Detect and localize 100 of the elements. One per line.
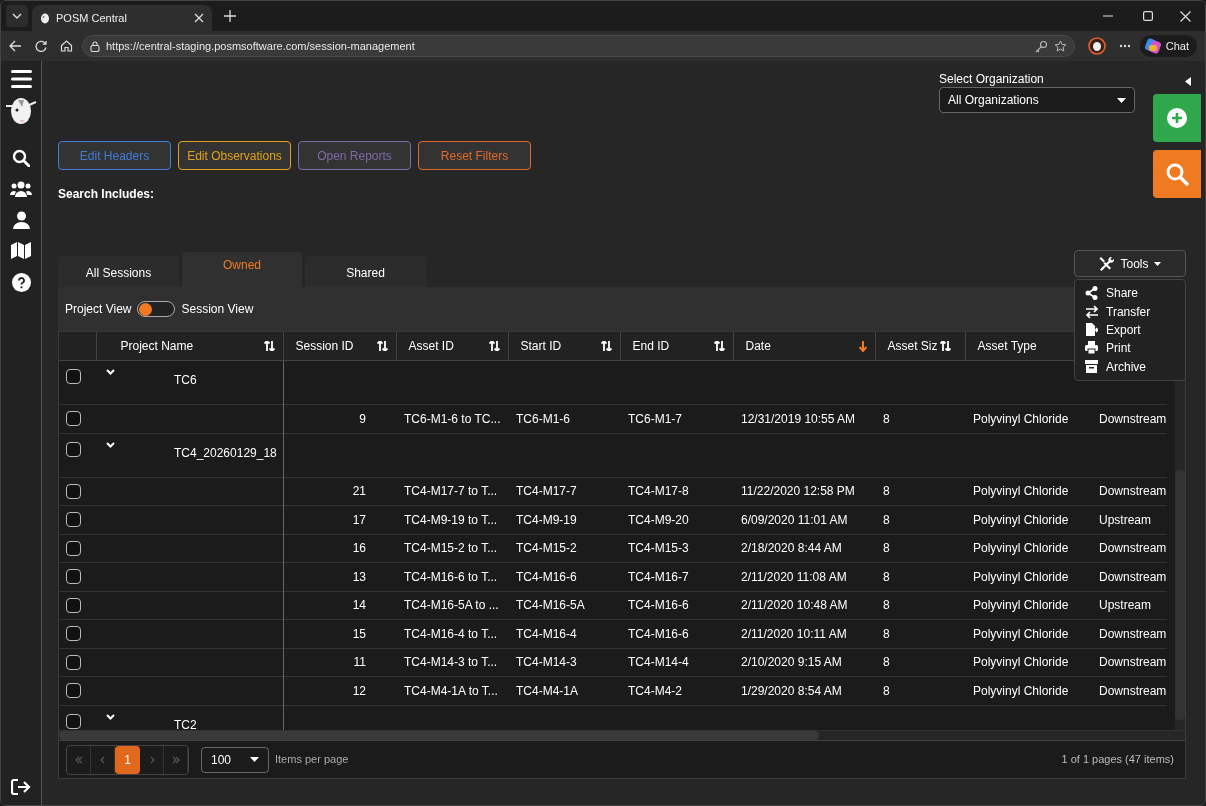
row-checkbox[interactable] [66, 597, 81, 613]
transfer-arrows-icon [1085, 304, 1098, 319]
home-icon[interactable] [60, 40, 73, 52]
table-cell: 9 [283, 404, 396, 433]
close-icon[interactable] [1180, 10, 1191, 22]
caret-icon [250, 757, 259, 762]
column-header[interactable]: Asset ID [408, 337, 489, 355]
tools-button[interactable]: Tools [1074, 250, 1186, 277]
sort-icon[interactable] [713, 341, 725, 351]
chat-button[interactable]: Chat [1139, 35, 1197, 57]
column-header[interactable]: Asset Siz [887, 337, 957, 355]
table-cell: TC4-M4-2 [620, 676, 733, 705]
row-checkbox[interactable] [66, 512, 81, 528]
menu-item[interactable]: Archive [1075, 357, 1185, 377]
chevron-down-icon[interactable] [106, 369, 115, 375]
table-cell: TC4-M9-19 [508, 505, 620, 534]
table-cell: 8 [875, 562, 965, 591]
star-icon[interactable] [1053, 39, 1067, 53]
menu-item[interactable]: Transfer [1075, 302, 1185, 321]
row-checkbox[interactable] [66, 483, 81, 499]
column-header[interactable]: Session ID [295, 337, 377, 355]
table-cell: 15 [283, 619, 396, 648]
sheep-face-icon [40, 12, 50, 24]
maximize-icon[interactable] [1143, 11, 1153, 21]
more-icon[interactable] [1118, 44, 1131, 48]
chevron-down-icon [12, 13, 22, 19]
row-checkbox[interactable] [66, 569, 81, 585]
sort-icon[interactable] [488, 341, 500, 351]
tools-icon [1099, 255, 1116, 272]
row-checkbox[interactable] [66, 683, 81, 699]
menu-item[interactable]: Export [1075, 320, 1185, 340]
profile-avatar-icon[interactable] [1087, 37, 1106, 55]
previous-page-icon [98, 755, 107, 764]
sort-descending-icon[interactable] [858, 340, 867, 352]
help-icon[interactable] [11, 273, 31, 292]
back-icon[interactable] [9, 40, 22, 52]
table-cell: TC4-M17-8 [620, 477, 733, 506]
table-cell: 8 [875, 619, 965, 648]
printer-icon [1085, 341, 1098, 356]
row-checkbox[interactable] [66, 411, 81, 427]
row-checkbox[interactable] [66, 441, 81, 457]
organization-label: Select Organization [939, 72, 1045, 86]
logout-icon[interactable] [11, 779, 31, 795]
map-icon[interactable] [11, 242, 31, 259]
table-cell: TC4-M16-7 [620, 562, 733, 591]
column-header[interactable]: End ID [632, 337, 714, 355]
column-header[interactable]: Project Name [120, 337, 264, 355]
key-icon[interactable] [1034, 39, 1048, 53]
view-toggle[interactable] [137, 301, 176, 317]
table-cell: Downstream [1091, 562, 1167, 591]
page-size-select[interactable]: 100 [201, 746, 269, 773]
table-cell: TC4-M14-4 [620, 648, 733, 677]
column-header[interactable]: Date [745, 337, 859, 355]
row-checkbox[interactable] [66, 626, 81, 642]
sort-icon[interactable] [376, 341, 388, 351]
table-cell: 2/11/2020 10:48 AM [733, 591, 875, 620]
table-cell: Polyvinyl Chloride [965, 648, 1091, 677]
search-icon [1165, 162, 1189, 186]
row-checkbox[interactable] [66, 654, 81, 670]
table-cell: TC4-M16-6 to T... [396, 562, 508, 591]
close-icon[interactable] [194, 13, 204, 23]
caret-icon [1117, 97, 1126, 103]
page-summary: 1 of 1 pages (47 items) [1061, 752, 1174, 768]
chevron-down-icon[interactable] [106, 713, 115, 720]
row-checkbox[interactable] [66, 540, 81, 556]
new-tab-icon[interactable] [224, 10, 236, 22]
row-checkbox[interactable] [66, 713, 81, 729]
users-icon[interactable] [10, 180, 32, 198]
horizontal-scrollbar[interactable] [59, 730, 1185, 740]
user-icon[interactable] [12, 211, 30, 229]
sort-icon[interactable] [600, 341, 612, 351]
action-button[interactable]: Edit Observations [178, 141, 291, 170]
tab[interactable]: All Sessions [58, 256, 179, 287]
chevron-down-icon[interactable] [106, 441, 115, 448]
tab[interactable]: Shared [305, 256, 426, 287]
browser-tab[interactable]: POSM Central [32, 5, 212, 31]
column-header[interactable]: Start ID [520, 337, 601, 355]
action-button[interactable]: Reset Filters [418, 141, 531, 170]
sheep-logo-icon[interactable] [4, 96, 38, 126]
collapse-icon[interactable] [1185, 77, 1191, 86]
row-checkbox[interactable] [66, 369, 81, 384]
table-cell: Polyvinyl Chloride [965, 562, 1091, 591]
table-cell: Downstream [1091, 619, 1167, 648]
tab-list-button[interactable] [6, 5, 28, 27]
menu-icon[interactable] [10, 70, 32, 88]
tab[interactable]: Owned [182, 252, 302, 287]
table-cell: TC4-M14-3 [508, 648, 620, 677]
reload-icon[interactable] [35, 40, 47, 52]
menu-item[interactable]: Share [1075, 284, 1185, 303]
address-bar[interactable]: https://central-staging.posmsoftware.com/session-management [82, 35, 1075, 57]
table-cell: Upstream [1091, 505, 1167, 534]
search-icon[interactable] [12, 149, 30, 167]
sort-icon[interactable] [939, 341, 951, 351]
organization-select[interactable]: All Organizations [939, 87, 1135, 113]
add-button[interactable] [1153, 94, 1201, 142]
search-button[interactable] [1153, 150, 1201, 198]
table-cell: TC4-M9-20 [620, 505, 733, 534]
sort-icon[interactable] [263, 341, 275, 351]
menu-item[interactable]: Print [1075, 339, 1185, 358]
table-cell: TC4-M4-1A [508, 676, 620, 705]
